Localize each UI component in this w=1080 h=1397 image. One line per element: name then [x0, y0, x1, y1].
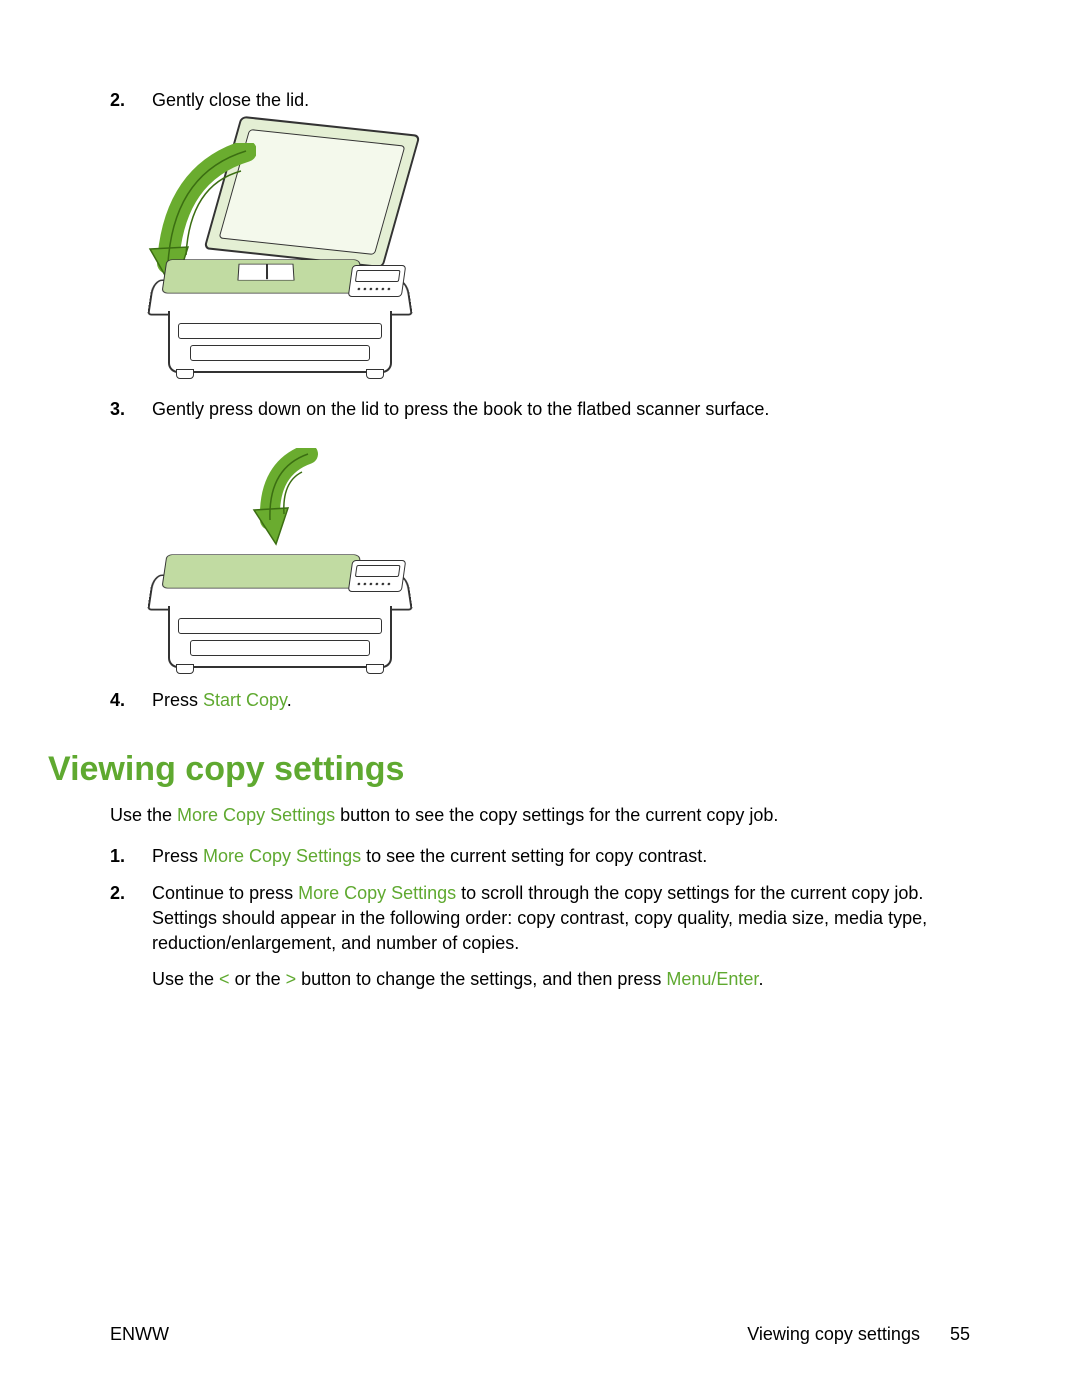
- printer-close-lid-illustration: [150, 235, 410, 375]
- step-text: Press More Copy Settings to see the curr…: [152, 844, 970, 869]
- step-text: Gently close the lid.: [152, 88, 970, 113]
- step-2: 2. Gently close the lid.: [110, 88, 970, 113]
- step-number: 3.: [110, 397, 125, 422]
- step-number: 1.: [110, 844, 125, 869]
- page-footer: ENWW Viewing copy settings 55: [110, 1324, 970, 1345]
- text: button to see the copy settings for the …: [335, 805, 778, 825]
- more-copy-settings-link: More Copy Settings: [177, 805, 335, 825]
- step-text: Continue to press More Copy Settings to …: [152, 881, 970, 957]
- text: to see the current setting for copy cont…: [361, 846, 707, 866]
- step-subtext: Use the < or the > button to change the …: [152, 967, 970, 992]
- figure-close-lid: [150, 125, 970, 375]
- text: Use the: [110, 805, 177, 825]
- start-copy-link: Start Copy: [203, 690, 287, 710]
- more-copy-settings-link: More Copy Settings: [203, 846, 361, 866]
- step-text: Press Start Copy.: [152, 688, 970, 713]
- text: Use the: [152, 969, 219, 989]
- step-number: 2.: [110, 881, 125, 906]
- text: .: [287, 690, 292, 710]
- instruction-list-lower: 1. Press More Copy Settings to see the c…: [110, 844, 970, 992]
- text: Press: [152, 846, 203, 866]
- printer-press-lid-illustration: [150, 530, 410, 670]
- step-b2: 2. Continue to press More Copy Settings …: [110, 881, 970, 992]
- menu-enter-link: Menu/Enter: [666, 969, 758, 989]
- instruction-list-upper-end: 4. Press Start Copy.: [110, 688, 970, 713]
- figure-press-lid: [150, 450, 970, 670]
- step-number: 4.: [110, 688, 125, 713]
- step-4: 4. Press Start Copy.: [110, 688, 970, 713]
- instruction-list-upper: 2. Gently close the lid.: [110, 88, 970, 113]
- section-heading: Viewing copy settings: [48, 750, 970, 789]
- footer-section-title: Viewing copy settings: [747, 1324, 920, 1345]
- step-text: Gently press down on the lid to press th…: [152, 397, 970, 422]
- arrow-press-icon: [246, 448, 326, 548]
- more-copy-settings-link: More Copy Settings: [298, 883, 456, 903]
- gt-button-label: >: [286, 969, 297, 989]
- text: .: [758, 969, 763, 989]
- section-intro: Use the More Copy Settings button to see…: [110, 803, 970, 828]
- page-number: 55: [950, 1324, 970, 1345]
- instruction-list-upper-cont: 3. Gently press down on the lid to press…: [110, 397, 970, 422]
- text: Press: [152, 690, 203, 710]
- lt-button-label: <: [219, 969, 230, 989]
- footer-left: ENWW: [110, 1324, 169, 1345]
- text: button to change the settings, and then …: [296, 969, 666, 989]
- text: or the: [230, 969, 286, 989]
- step-b1: 1. Press More Copy Settings to see the c…: [110, 844, 970, 869]
- step-number: 2.: [110, 88, 125, 113]
- text: Continue to press: [152, 883, 298, 903]
- step-3: 3. Gently press down on the lid to press…: [110, 397, 970, 422]
